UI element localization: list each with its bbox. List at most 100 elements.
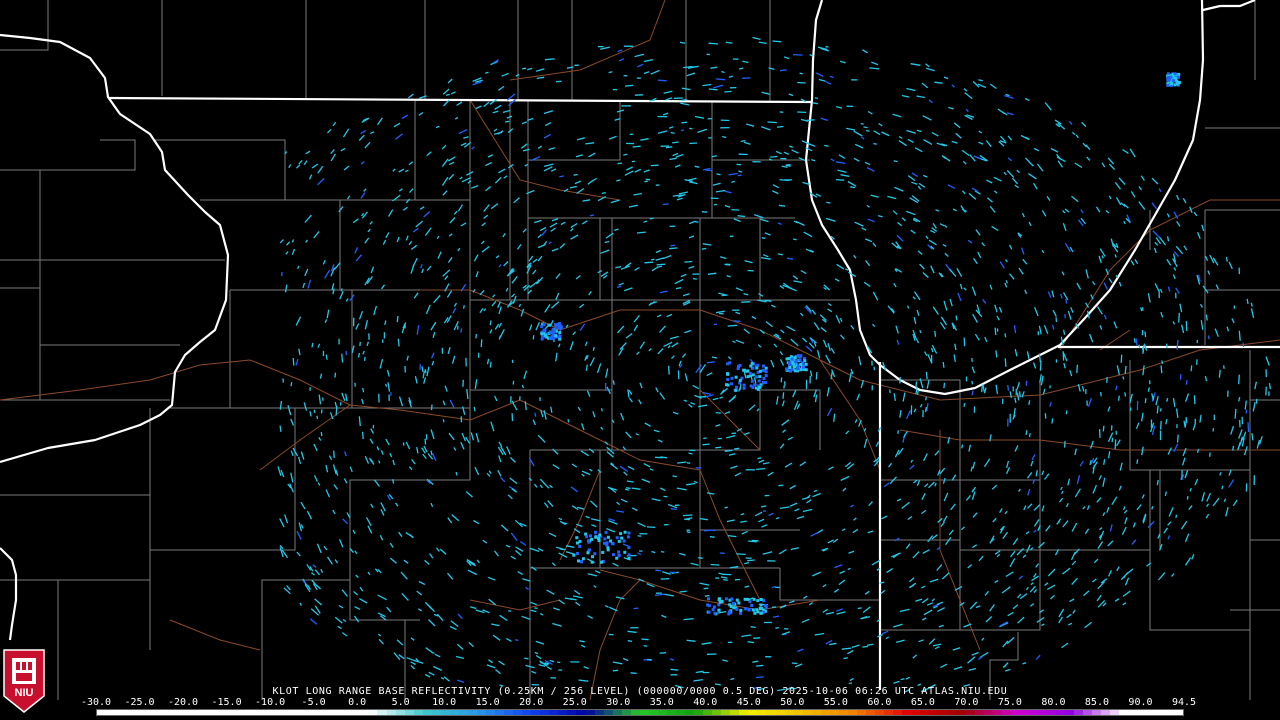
echo-streak (815, 372, 818, 380)
echo-streak (669, 247, 678, 250)
radar-map[interactable] (0, 0, 1280, 720)
echo-streak (1225, 256, 1228, 262)
echo-cluster-cell (1175, 79, 1179, 83)
echo-streak (701, 211, 708, 213)
echo-cluster-cell (755, 375, 759, 379)
radar-viewer: NIU KLOT LONG RANGE BASE REFLECTIVITY (0… (0, 0, 1280, 720)
echo-streak (641, 638, 649, 641)
echo-streak (709, 536, 715, 538)
echo-streak (489, 320, 492, 326)
echo-streak (644, 261, 654, 264)
echo-cluster-cell (756, 363, 760, 367)
echo-streak (770, 155, 778, 158)
echo-streak (680, 129, 685, 132)
echo-streak (857, 607, 862, 610)
echo-cluster-cell (726, 383, 730, 387)
legend-label: 5.0 (391, 697, 410, 708)
echo-streak (971, 390, 974, 396)
echo-streak (624, 84, 634, 87)
echo-streak (971, 380, 974, 385)
echo-streak (709, 529, 716, 532)
echo-streak (475, 334, 478, 339)
echo-streak (686, 531, 691, 534)
echo-cluster-cell (585, 535, 589, 539)
echo-streak (777, 125, 784, 128)
echo-streak (392, 478, 395, 484)
echo-streak (612, 669, 619, 672)
echo-streak (721, 294, 728, 297)
echo-streak (534, 607, 538, 610)
echo-streak (689, 142, 698, 145)
echo-streak (1186, 496, 1189, 500)
echo-cluster-cell (793, 365, 797, 369)
echo-streak (689, 127, 693, 130)
echo-cluster-cell (1168, 75, 1172, 79)
echo-cluster-cell (622, 539, 626, 543)
echo-streak (1218, 369, 1221, 378)
echo-streak (747, 559, 755, 562)
echo-cluster-cell (590, 560, 594, 564)
echo-streak (850, 186, 856, 189)
echo-streak (725, 41, 733, 44)
echo-streak (703, 437, 707, 440)
echo-streak (1221, 485, 1224, 490)
echo-cluster-cell (598, 533, 602, 537)
echo-streak (489, 361, 492, 368)
echo-cluster-cell (746, 597, 750, 601)
echo-streak (1004, 333, 1007, 338)
echo-streak (1205, 314, 1208, 321)
echo-streak (756, 664, 764, 667)
echo-streak (751, 539, 759, 542)
echo-streak (1028, 400, 1031, 405)
echo-streak (1178, 312, 1180, 323)
echo-streak (1051, 418, 1054, 424)
echo-cluster-cell (732, 606, 736, 610)
echo-streak (1124, 365, 1127, 374)
echo-cluster-cell (712, 605, 716, 609)
echo-streak (1166, 236, 1170, 242)
legend-label: 30.0 (606, 697, 631, 708)
echo-cluster-cell (761, 364, 765, 368)
echo-streak (397, 338, 400, 347)
echo-cluster-cell (758, 606, 762, 610)
echo-cluster-cell (790, 357, 794, 361)
echo-cluster-cell (793, 356, 797, 360)
echo-cluster-cell (626, 535, 630, 539)
echo-streak (292, 357, 295, 366)
echo-streak (1004, 358, 1007, 367)
echo-streak (1159, 408, 1162, 412)
echo-streak (860, 122, 864, 125)
echo-cluster-cell (730, 597, 734, 601)
legend-label: 0.0 (348, 697, 367, 708)
echo-cluster-cell (623, 530, 627, 534)
echo-streak (799, 72, 803, 75)
echo-streak (649, 99, 656, 102)
echo-cluster-cell (744, 607, 748, 611)
echo-streak (943, 382, 946, 389)
echo-cluster-cell (758, 375, 762, 379)
echo-streak (715, 411, 721, 414)
legend-label: 75.0 (997, 697, 1022, 708)
echo-streak (1156, 405, 1159, 414)
echo-streak (873, 142, 877, 145)
echo-cluster-cell (548, 323, 552, 327)
legend-label: 60.0 (867, 697, 892, 708)
echo-streak (600, 408, 603, 412)
echo-streak (633, 607, 639, 610)
legend-label: -10.0 (255, 697, 286, 708)
echo-streak (1103, 459, 1106, 465)
echo-streak (544, 662, 550, 665)
echo-streak (893, 160, 898, 163)
echo-streak (757, 457, 762, 460)
echo-streak (698, 557, 703, 559)
echo-streak (419, 364, 422, 370)
echo-cluster-cell (764, 370, 768, 374)
echo-streak (915, 381, 918, 388)
echo-streak (1049, 385, 1051, 389)
echo-cluster-cell (743, 597, 747, 601)
echo-cluster-cell (611, 553, 615, 557)
echo-cluster-cell (796, 354, 800, 358)
echo-streak (836, 178, 845, 181)
echo-streak (1152, 396, 1155, 401)
legend-label: -5.0 (301, 697, 326, 708)
